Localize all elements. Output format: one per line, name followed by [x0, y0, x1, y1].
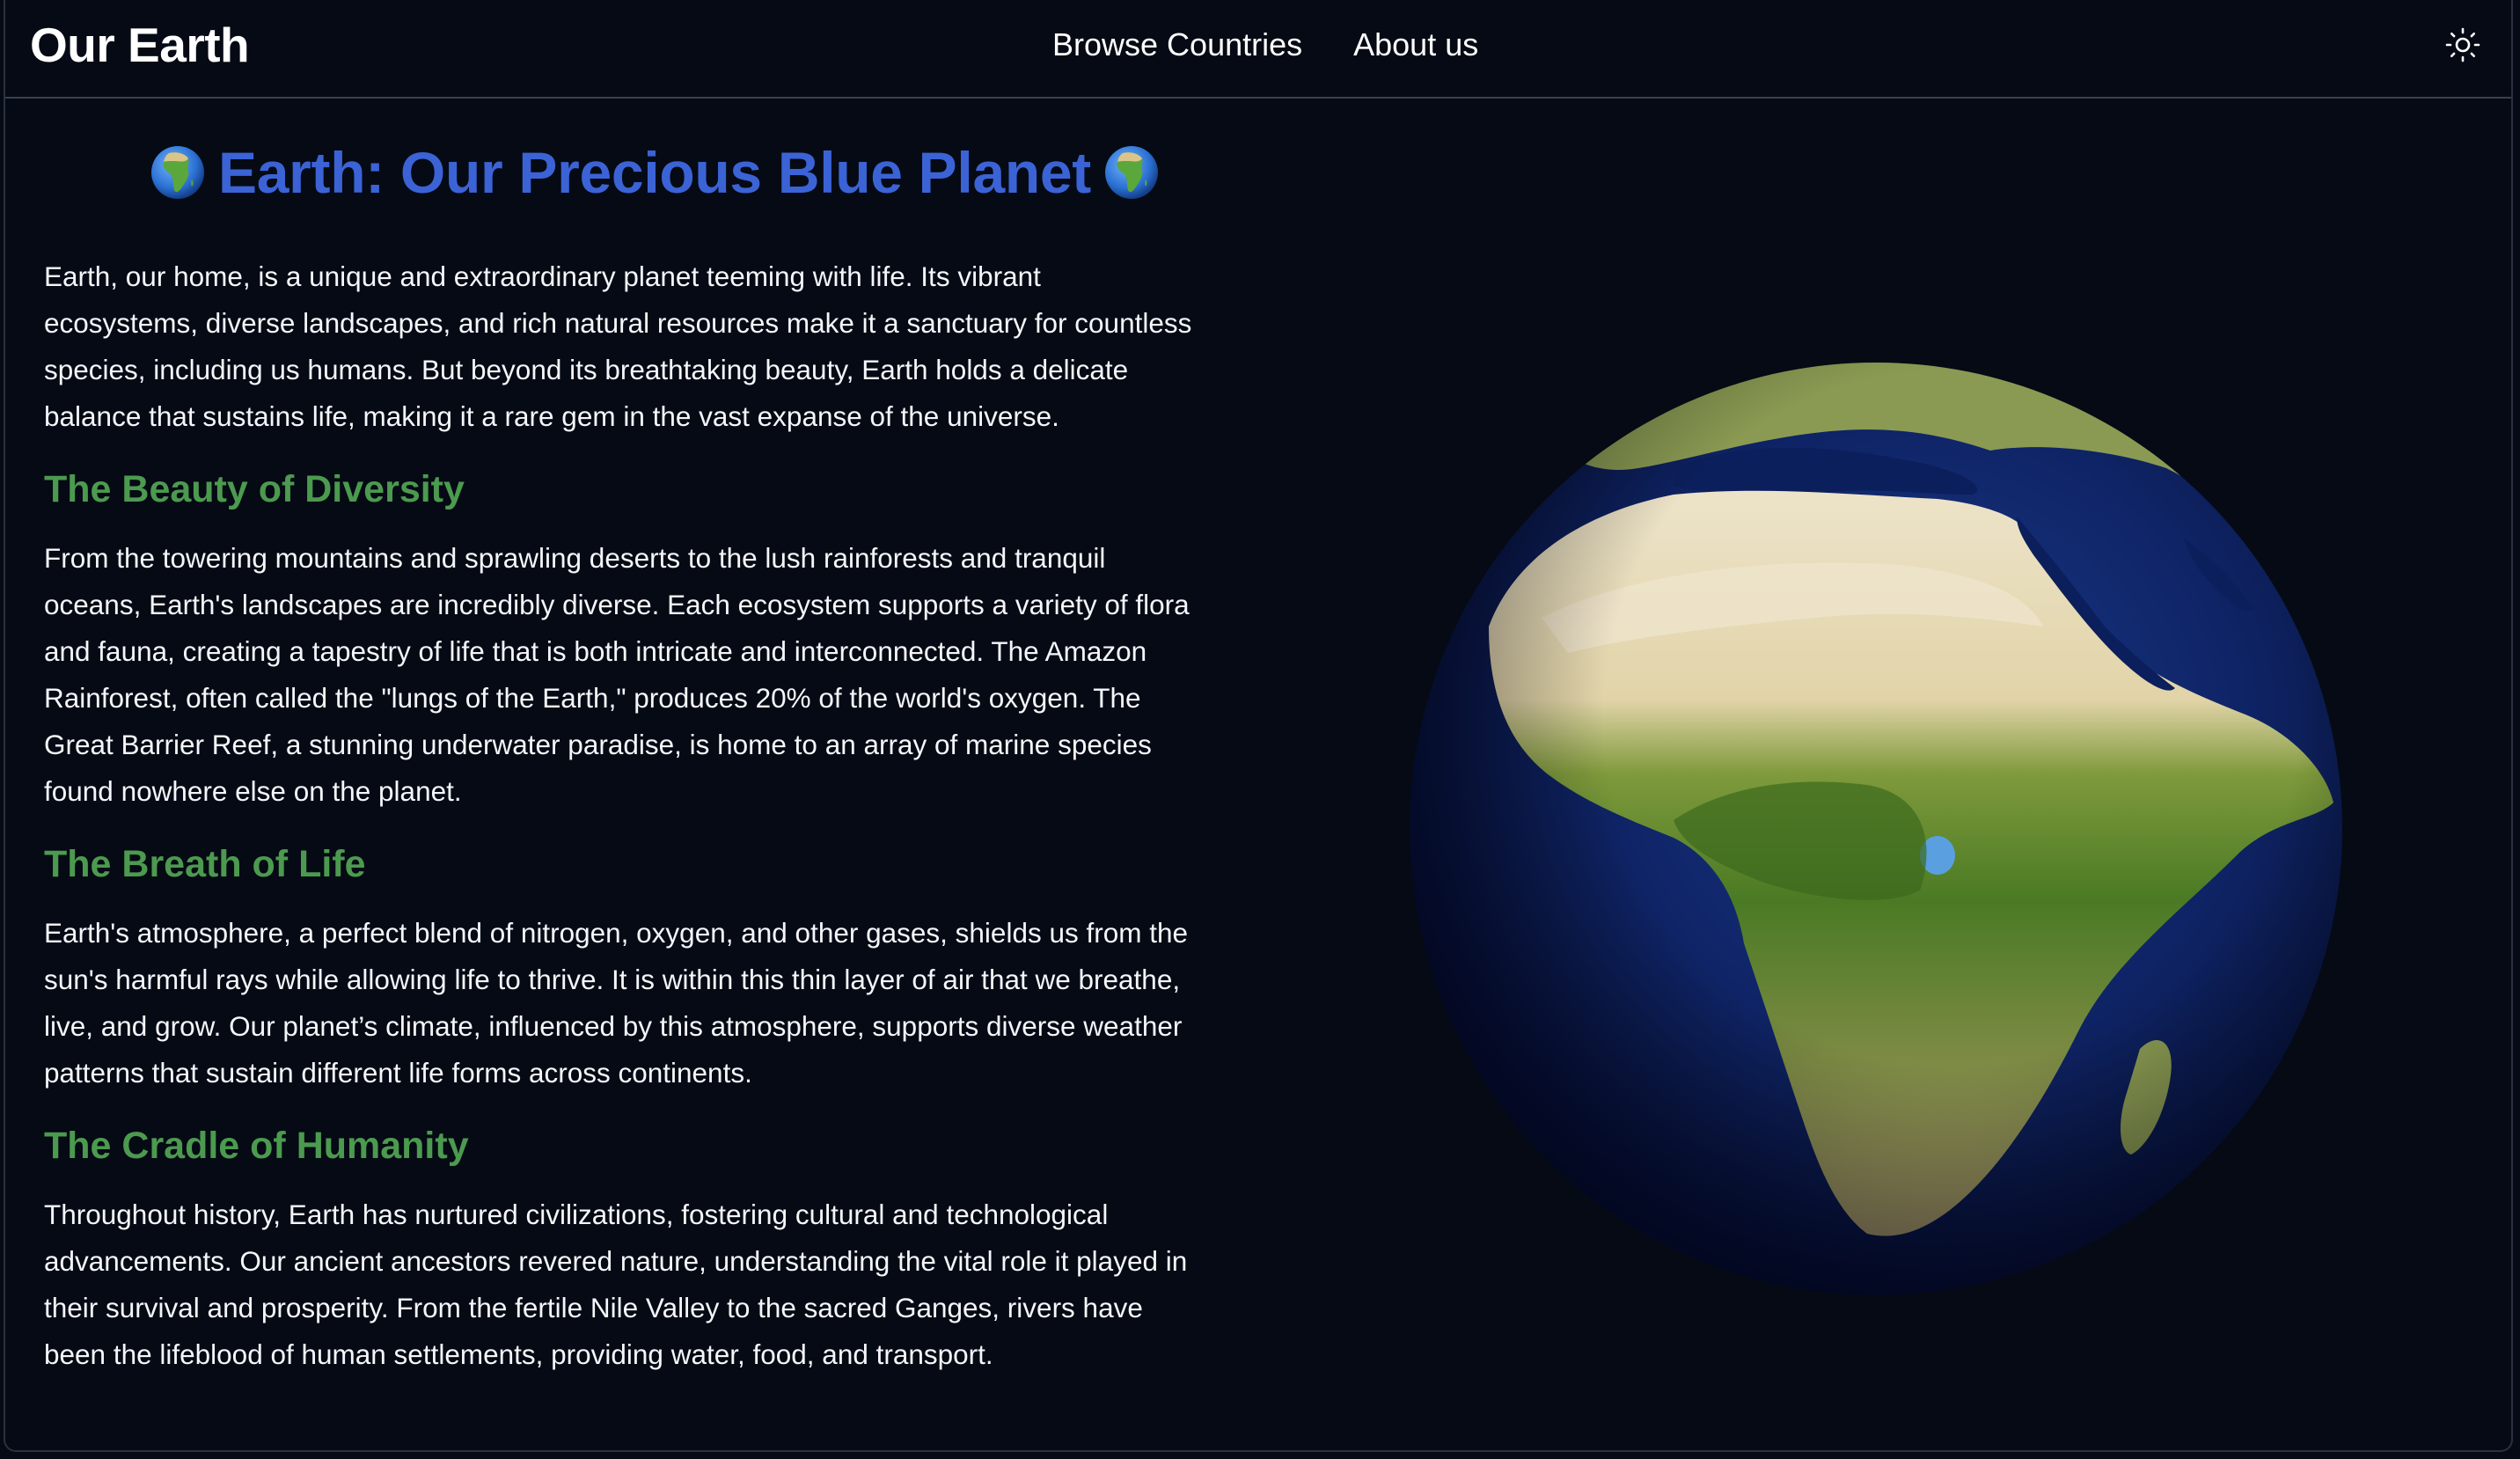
main-content: Earth: Our Precious Blue Planet Earth, o… — [44, 132, 1197, 1378]
sun-icon — [2445, 27, 2480, 62]
nav-link-browse-countries[interactable]: Browse Countries — [1052, 25, 1302, 65]
section-heading-breath: The Breath of Life — [44, 843, 366, 885]
section-heading-humanity: The Cradle of Humanity — [44, 1125, 469, 1167]
nav-links: Browse Countries About us — [1052, 25, 1478, 65]
intro-paragraph: Earth, our home, is a unique and extraor… — [44, 260, 1192, 432]
section-paragraph-breath: Earth's atmosphere, a perfect blend of n… — [44, 917, 1189, 1089]
nav-link-about-us[interactable]: About us — [1353, 25, 1478, 65]
page-title-text: Earth: Our Precious Blue Planet — [218, 140, 1091, 205]
section-paragraph-humanity: Throughout history, Earth has nurtured c… — [44, 1199, 1188, 1370]
globe-africa-icon — [151, 146, 204, 199]
globe-africa-icon — [1104, 146, 1158, 199]
top-navbar: Our Earth Browse Countries About us — [5, 0, 2511, 99]
theme-toggle-button[interactable] — [2444, 26, 2481, 63]
brand-logo-link[interactable]: Our Earth — [30, 16, 250, 74]
earth-globe-image — [1410, 363, 2342, 1295]
section-heading-diversity: The Beauty of Diversity — [44, 468, 465, 510]
page-title: Earth: Our Precious Blue Planet — [137, 132, 1197, 213]
section-paragraph-diversity: From the towering mountains and sprawlin… — [44, 542, 1190, 807]
app-window: Our Earth Browse Countries About us Eart… — [4, 0, 2513, 1452]
